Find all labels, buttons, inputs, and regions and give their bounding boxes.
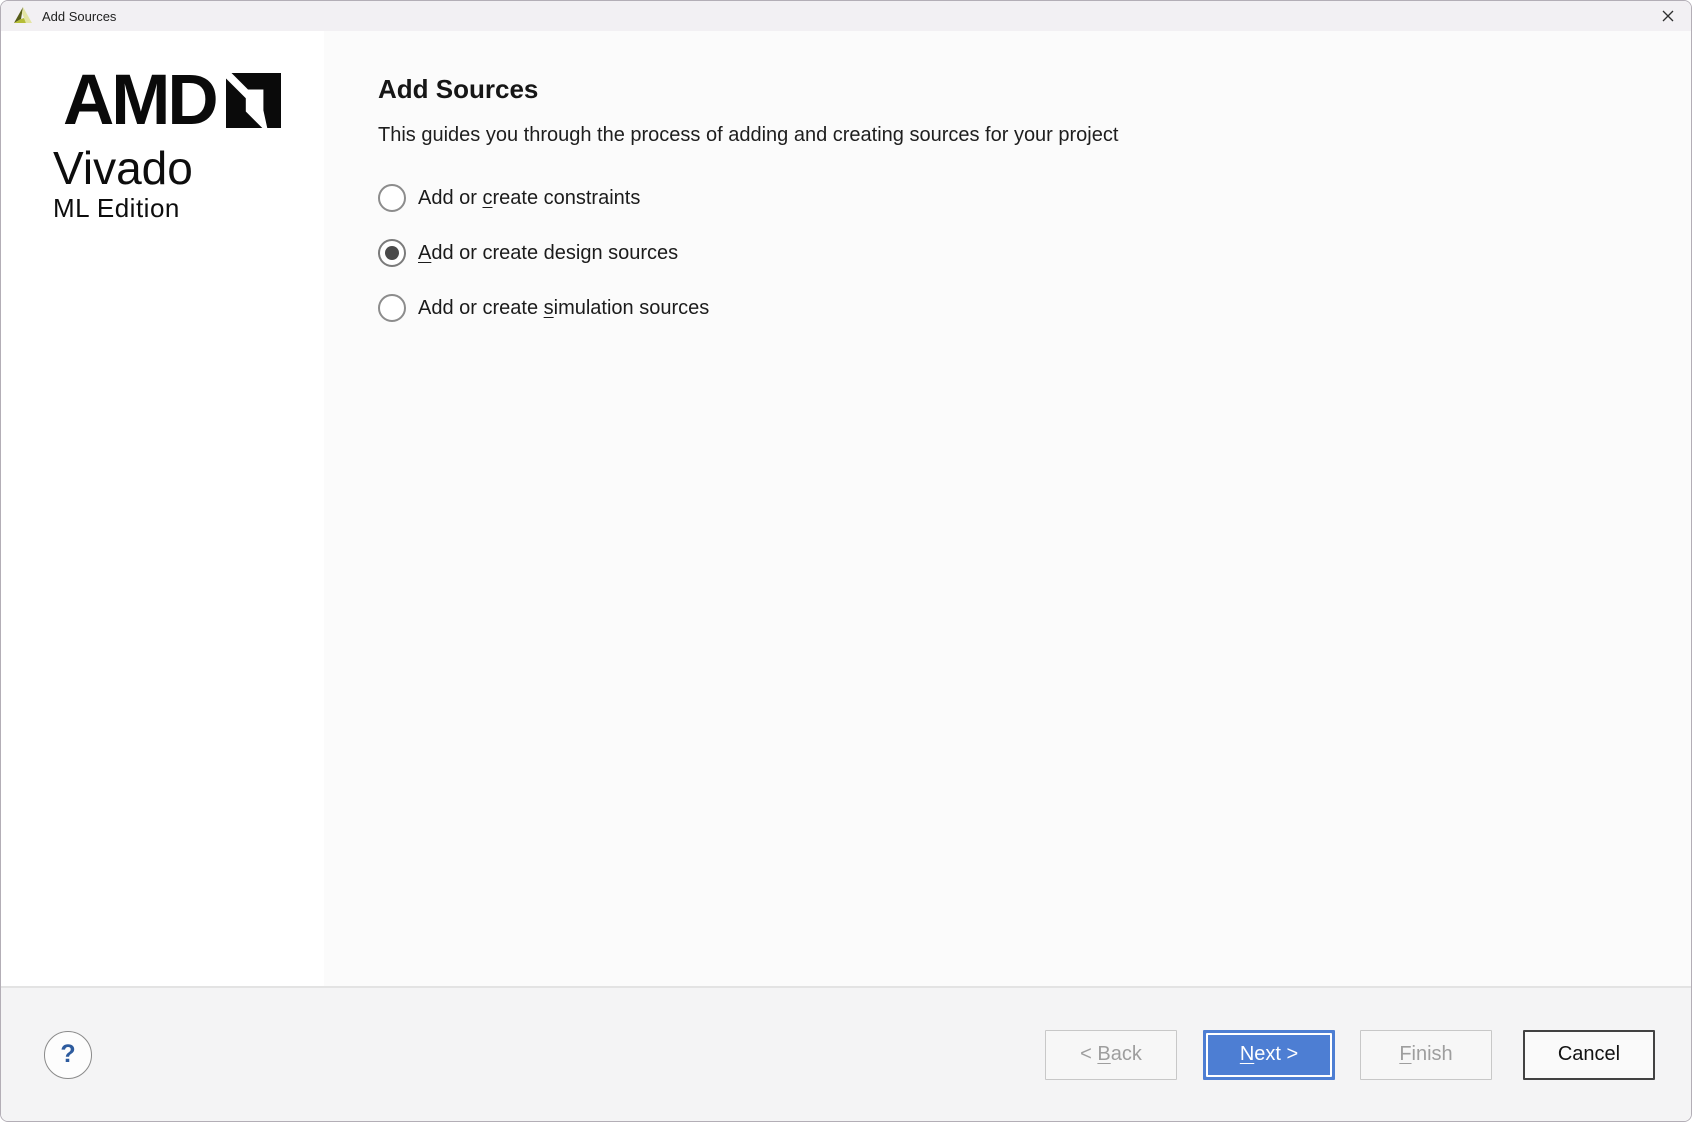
next-button-focus-ring: Next > [1203,1030,1335,1080]
page-title: Add Sources [378,75,1651,103]
cancel-button[interactable]: Cancel [1523,1030,1655,1080]
amd-logo: AMD [63,73,324,128]
close-x-icon [1660,8,1676,24]
back-button[interactable]: < Back [1045,1030,1177,1080]
radio-button[interactable] [378,294,406,322]
radio-option-design-sources[interactable]: Add or create design sources [378,239,1651,267]
next-button[interactable]: Next > [1206,1033,1332,1077]
radio-dot [385,301,399,315]
radio-option-simulation-sources[interactable]: Add or create simulation sources [378,294,1651,322]
vivado-pinwheel-icon [13,6,33,26]
footer-bar: ? < Back Next > Finish Cancel [1,986,1691,1121]
radio-dot [385,246,399,260]
finish-button[interactable]: Finish [1360,1030,1492,1080]
radio-button[interactable] [378,184,406,212]
window-title: Add Sources [42,9,116,24]
product-name: Vivado [53,149,324,187]
dialog-body: AMD Vivado ML Edition Add Sources This g… [1,31,1691,986]
amd-arrow-icon [226,73,281,128]
radio-dot [385,191,399,205]
add-sources-dialog: Add Sources AMD Vivado ML Edition Add So… [0,0,1692,1122]
cancel-button-label: Cancel [1558,1043,1620,1066]
finish-button-label: Finish [1399,1043,1452,1066]
amd-wordmark: AMD [63,73,216,128]
brand-sidebar: AMD Vivado ML Edition [1,31,324,986]
source-type-radio-group: Add or create constraints Add or create … [378,184,1651,322]
page-description: This guides you through the process of a… [378,123,1651,147]
next-button-label: Next > [1240,1043,1298,1066]
help-button[interactable]: ? [44,1031,92,1079]
radio-option-constraints[interactable]: Add or create constraints [378,184,1651,212]
radio-option-label: Add or create constraints [418,187,640,210]
edition-label: ML Edition [53,198,324,219]
titlebar: Add Sources [1,1,1691,31]
radio-option-label: Add or create design sources [418,242,678,265]
main-content: Add Sources This guides you through the … [324,31,1691,986]
close-button[interactable] [1645,1,1691,31]
radio-button[interactable] [378,239,406,267]
radio-option-label: Add or create simulation sources [418,297,709,320]
question-mark-icon: ? [60,1040,75,1069]
back-button-label: < Back [1080,1043,1142,1066]
